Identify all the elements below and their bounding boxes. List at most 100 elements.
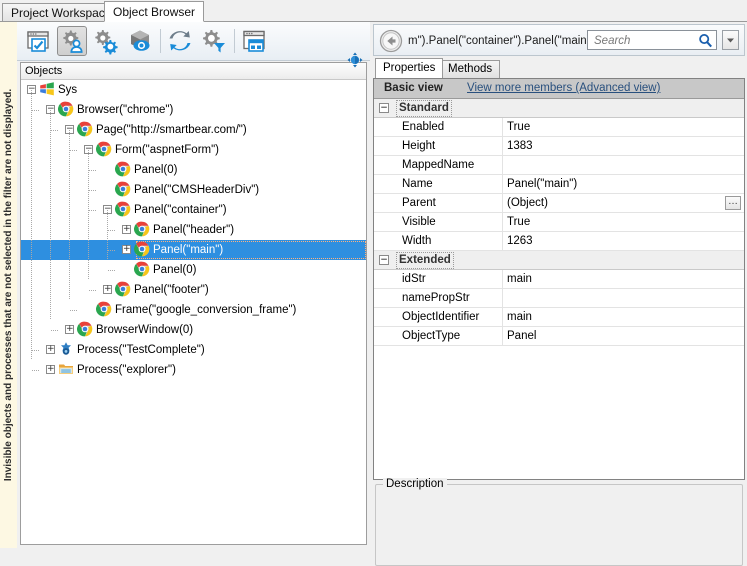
objects-tree[interactable]: −Sys−Browser("chrome")−Page("http://smar… [21, 80, 366, 544]
property-editor-button[interactable]: … [725, 196, 741, 210]
tab-object-browser[interactable]: Object Browser [104, 1, 204, 22]
advanced-view-link[interactable]: View more members (Advanced view) [467, 79, 660, 98]
windows-icon [39, 81, 55, 97]
search-input[interactable] [592, 31, 694, 51]
tree-node-selected[interactable]: +Panel("main") [21, 240, 366, 260]
property-row[interactable]: ObjectTypePanel [374, 327, 744, 346]
tree-node[interactable]: −Sys [21, 80, 366, 100]
expand-icon[interactable]: + [46, 345, 55, 354]
tree-guide-connector [108, 230, 116, 231]
property-row[interactable]: Width1263 [374, 232, 744, 251]
property-category-row[interactable]: −Standard [374, 99, 744, 118]
tree-node-label: BrowserWindow(0) [96, 324, 193, 336]
chrome-icon [115, 181, 131, 197]
refresh-icon [166, 27, 194, 55]
property-column-divider [502, 270, 503, 288]
gears-user-icon [58, 27, 86, 55]
tab-methods[interactable]: Methods [440, 60, 500, 78]
property-column-divider [502, 213, 503, 231]
tree-node-label: Frame("google_conversion_frame") [115, 304, 296, 316]
tree-node-label: Panel(0) [134, 164, 177, 176]
tree-expander-none [122, 265, 131, 274]
inspector-tabstrip: Properties Methods [373, 58, 745, 78]
property-name: idStr [402, 270, 426, 288]
tree-node[interactable]: +Process("explorer") [21, 360, 366, 380]
chrome-icon [58, 101, 74, 117]
tab-properties[interactable]: Properties [375, 58, 443, 78]
filter-settings-button[interactable] [199, 26, 229, 56]
expand-icon[interactable]: + [122, 225, 131, 234]
tree-node[interactable]: +Process("TestComplete") [21, 340, 366, 360]
property-column-divider [502, 308, 503, 326]
property-row[interactable]: MappedName [374, 156, 744, 175]
expand-icon[interactable]: + [103, 285, 112, 294]
property-column-divider [502, 118, 503, 136]
properties-grid-container: Basic view View more members (Advanced v… [373, 78, 745, 480]
tree-node[interactable]: −Panel("container") [21, 200, 366, 220]
property-row[interactable]: ObjectIdentifiermain [374, 308, 744, 327]
expand-icon[interactable]: + [122, 245, 131, 254]
chrome-icon [77, 321, 93, 337]
tree-node[interactable]: −Page("http://smartbear.com/") [21, 120, 366, 140]
tree-node[interactable]: +Panel("footer") [21, 280, 366, 300]
show-user-objects-button[interactable] [57, 26, 87, 56]
chrome-icon [134, 221, 150, 237]
chrome-icon [77, 121, 93, 137]
description-label: Description [383, 478, 447, 490]
property-name: Enabled [402, 118, 444, 136]
objects-treebox: Objects −Sys−Browser("chrome")−Page("htt… [20, 62, 367, 545]
tree-node-label: Form("aspnetForm") [115, 144, 219, 156]
tree-guide-connector [32, 370, 40, 371]
window-check-icon [24, 27, 52, 55]
tab-project-workspace[interactable]: Project Workspace [2, 3, 120, 22]
property-column-divider [502, 232, 503, 250]
drag-target-icon[interactable] [347, 52, 363, 68]
show-system-objects-button[interactable] [91, 26, 121, 56]
back-arrow-icon[interactable] [379, 29, 403, 53]
property-row[interactable]: namePropStr [374, 289, 744, 308]
property-row[interactable]: Parent(Object)… [374, 194, 744, 213]
chrome-icon [115, 281, 131, 297]
magnifier-icon[interactable] [698, 33, 713, 48]
toolbar-separator-1 [160, 29, 161, 53]
search-options-dropdown[interactable] [722, 30, 739, 50]
property-value: (Object) [507, 194, 548, 212]
tree-guide-connector [32, 110, 40, 111]
property-name: Name [402, 175, 433, 193]
tree-node-label: Page("http://smartbear.com/") [96, 124, 247, 136]
show-hidden-objects-button[interactable] [23, 26, 53, 56]
breadcrumb[interactable]: m").Panel("container").Panel("main") [408, 25, 595, 57]
gear-filter-icon [200, 27, 228, 55]
show-object-preview-button[interactable] [125, 26, 155, 56]
expand-icon[interactable]: + [46, 365, 55, 374]
tree-guide-connector [51, 130, 59, 131]
property-row[interactable]: idStrmain [374, 270, 744, 289]
property-row[interactable]: Height1383 [374, 137, 744, 156]
property-row[interactable]: NamePanel("main") [374, 175, 744, 194]
tree-node[interactable]: + BrowserWindow(0) [21, 320, 366, 340]
search-box[interactable] [587, 30, 717, 50]
basic-view-label: Basic view [384, 79, 443, 98]
tree-node[interactable]: + Panel("header") [21, 220, 366, 240]
chrome-icon [134, 241, 150, 257]
property-row[interactable]: VisibleTrue [374, 213, 744, 232]
object-browser-toolbar [17, 22, 370, 61]
collapse-icon[interactable]: − [379, 255, 389, 265]
property-row[interactable]: EnabledTrue [374, 118, 744, 137]
view-mode-bar: Basic view View more members (Advanced v… [374, 79, 744, 99]
tree-node[interactable]: −Browser("chrome") [21, 100, 366, 120]
tree-node[interactable]: Panel(0) [21, 160, 366, 180]
expand-icon[interactable]: + [65, 325, 74, 334]
tree-node[interactable]: Panel("CMSHeaderDiv") [21, 180, 366, 200]
tree-guide-connector [89, 190, 97, 191]
refresh-button[interactable] [165, 26, 195, 56]
tree-node-label: Sys [58, 84, 77, 96]
properties-grid[interactable]: −StandardEnabledTrueHeight1383MappedName… [374, 99, 744, 346]
property-category-row[interactable]: −Extended [374, 251, 744, 270]
tree-node[interactable]: Panel(0) [21, 260, 366, 280]
objects-pane: Objects −Sys−Browser("chrome")−Page("htt… [17, 22, 370, 548]
show-object-panel-button[interactable] [239, 26, 269, 56]
collapse-icon[interactable]: − [379, 103, 389, 113]
object-browser-window: Project Workspace Object Browser Invisib… [0, 0, 747, 548]
tree-node-label: Panel("header") [153, 224, 234, 236]
